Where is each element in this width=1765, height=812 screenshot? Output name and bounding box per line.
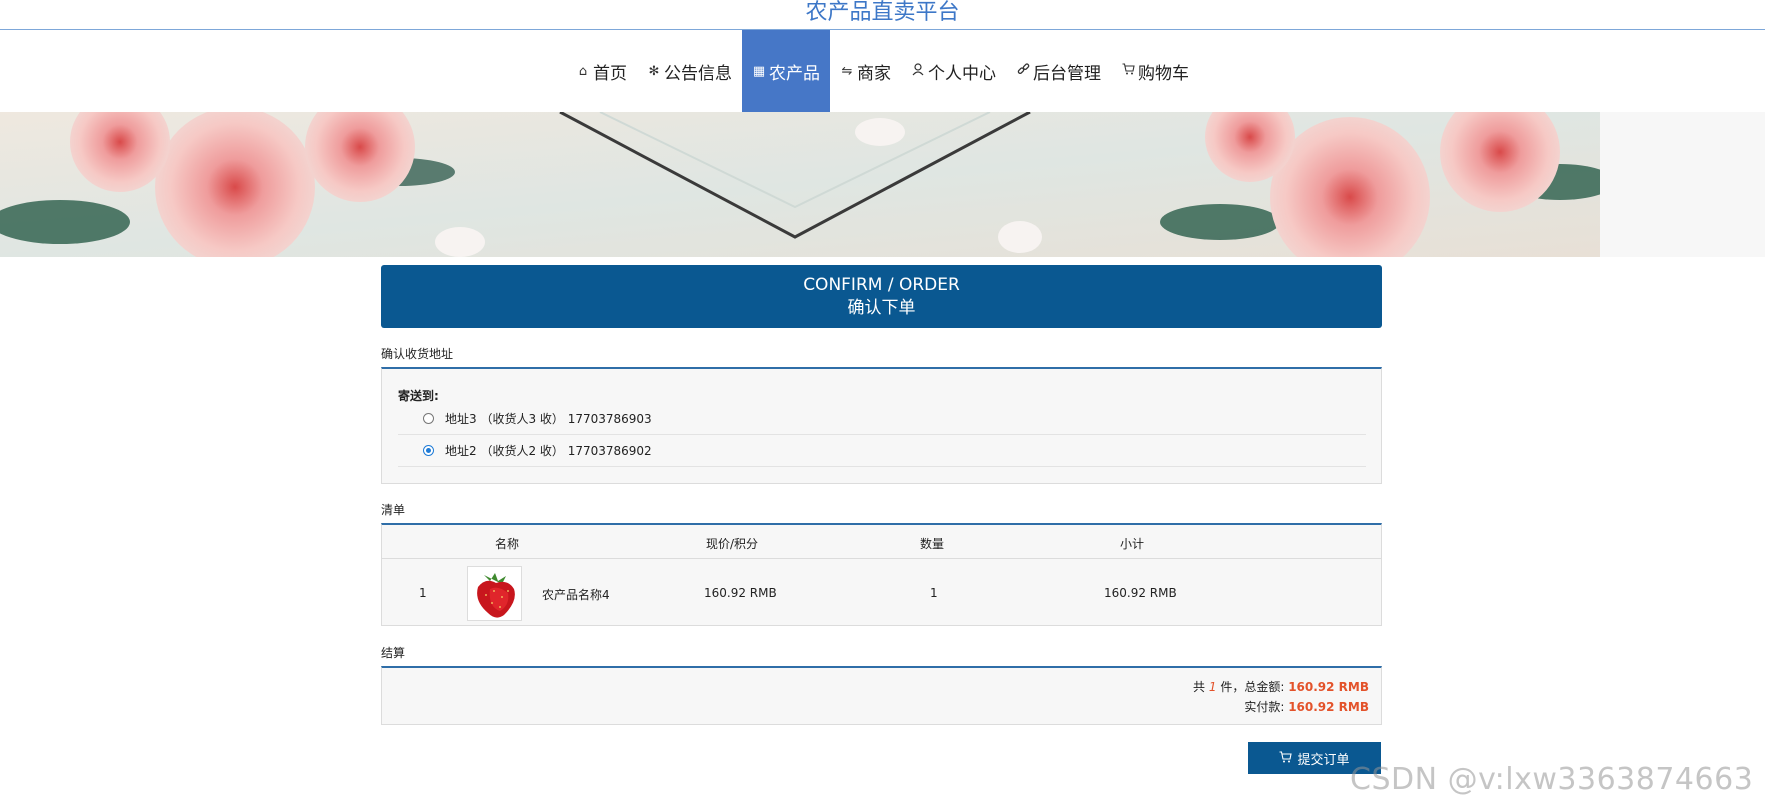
paid-label: 实付款: — [1244, 700, 1285, 714]
nav-item-label: 商家 — [857, 63, 891, 84]
user-icon — [911, 62, 925, 80]
row-price: 160.92 RMB — [704, 586, 777, 600]
confirm-title-en: CONFIRM / ORDER — [803, 275, 960, 295]
ship-to-label: 寄送到: — [398, 389, 439, 403]
settlement-total-line: 共 1 件，总金额: 160.92 RMB — [1193, 678, 1369, 695]
banner-image — [0, 112, 1600, 257]
address-section-label: 确认收货地址 — [381, 347, 454, 361]
settlement-panel: 共 1 件，总金额: 160.92 RMB 实付款: 160.92 RMB — [381, 666, 1382, 725]
banner-margin — [1600, 112, 1765, 257]
count-prefix: 共 — [1193, 680, 1206, 694]
count-suffix: 件，总金额: — [1220, 680, 1285, 694]
calendar-icon: ▦ — [752, 63, 766, 79]
nav-item-label: 个人中心 — [928, 63, 996, 84]
address-option-text: 地址2 （收货人2 收） 17703786902 — [445, 444, 652, 458]
address-radio[interactable] — [423, 413, 434, 424]
nav-item-products[interactable]: ▦ 农产品 — [742, 30, 830, 112]
settlement-paid-line: 实付款: 160.92 RMB — [1244, 698, 1369, 715]
cart-icon — [1279, 750, 1293, 766]
strawberry-image[interactable] — [467, 566, 522, 621]
nav-item-merchants[interactable]: ⇋ 商家 — [830, 30, 901, 112]
total-amount: 160.92 RMB — [1288, 680, 1369, 694]
address-radio[interactable] — [423, 445, 434, 456]
link-icon — [1016, 62, 1030, 80]
home-icon: ⌂ — [578, 63, 588, 79]
paid-amount: 160.92 RMB — [1288, 700, 1369, 714]
header-price: 现价/积分 — [706, 537, 759, 551]
table-row: 1 农产品名称4 160.92 RMB 1 160.92 RMB — [382, 559, 1381, 626]
submit-order-label: 提交订单 — [1297, 752, 1350, 768]
cart-icon — [1121, 63, 1135, 79]
settlement-section-label: 结算 — [381, 646, 406, 660]
header-name: 名称 — [495, 537, 520, 551]
nav-item-home[interactable]: ⌂ 首页 — [566, 30, 637, 112]
row-product-name[interactable]: 农产品名称4 — [542, 586, 610, 603]
site-title[interactable]: 农产品直卖平台 — [805, 0, 959, 26]
main-nav: ⌂ 首页 ✻ 公告信息 ▦ 农产品 ⇋ 商家 个人中心 后台管理 购物车 — [0, 30, 1765, 112]
asterisk-icon: ✻ — [648, 63, 660, 79]
watermark: CSDN @v:lxw3363874663 — [1350, 762, 1754, 797]
nav-item-label: 后台管理 — [1033, 63, 1101, 84]
address-option[interactable]: 地址3 （收货人3 收） 17703786903 — [398, 403, 1366, 435]
nav-item-label: 公告信息 — [664, 63, 732, 84]
address-option-text: 地址3 （收货人3 收） 17703786903 — [445, 412, 652, 426]
row-subtotal: 160.92 RMB — [1104, 586, 1177, 600]
nav-item-label: 首页 — [593, 63, 627, 84]
item-count: 1 — [1208, 680, 1217, 694]
address-option[interactable]: 地址2 （收货人2 收） 17703786902 — [398, 435, 1366, 467]
nav-item-label: 农产品 — [769, 63, 820, 84]
site-header: 农产品直卖平台 — [0, 0, 1765, 30]
row-qty: 1 — [930, 586, 938, 600]
nav-item-profile[interactable]: 个人中心 — [901, 30, 1006, 112]
order-list-panel: 名称 现价/积分 数量 小计 1 农产品名称4 160.92 RMB 1 160… — [381, 523, 1382, 626]
nav-item-cart[interactable]: 购物车 — [1111, 30, 1199, 112]
confirm-title-zh: 确认下单 — [847, 298, 916, 318]
list-section-label: 清单 — [381, 503, 406, 517]
header-subtotal: 小计 — [1120, 537, 1145, 551]
header-qty: 数量 — [920, 537, 945, 551]
nav-item-announcements[interactable]: ✻ 公告信息 — [637, 30, 742, 112]
confirm-order-header: CONFIRM / ORDER 确认下单 — [381, 265, 1382, 328]
list-header-row: 名称 现价/积分 数量 小计 — [382, 525, 1381, 559]
address-panel: 寄送到: 地址3 （收货人3 收） 17703786903 地址2 （收货人2 … — [381, 367, 1382, 484]
sliders-icon: ⇋ — [841, 63, 853, 79]
nav-item-admin[interactable]: 后台管理 — [1006, 30, 1111, 112]
nav-item-label: 购物车 — [1138, 63, 1189, 84]
row-index: 1 — [419, 586, 427, 600]
